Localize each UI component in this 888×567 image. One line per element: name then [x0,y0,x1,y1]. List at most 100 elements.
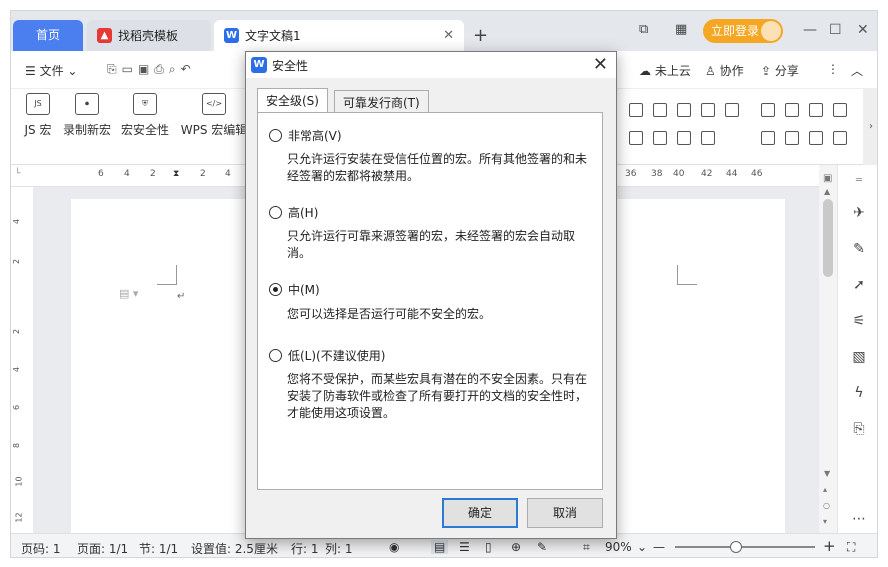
table-control-icon[interactable] [677,131,691,145]
code-editor-icon: </> [202,93,226,115]
option-medium[interactable]: 中(M) [269,281,320,298]
scrollbar-thumb[interactable] [823,199,833,277]
menu-file[interactable]: ☰ 文件 ⌄ [25,62,77,79]
status-column[interactable]: 列: 1 [325,540,353,557]
settings-sliders-icon[interactable]: ⚟ [850,313,868,331]
zoom-slider-handle[interactable] [730,541,742,553]
collab-button[interactable]: ♙ 协作 [705,62,744,79]
status-setting-value[interactable]: 设置值: 2.5厘米 [191,540,278,557]
more-menu-icon[interactable]: ⋮ [827,62,839,76]
status-section[interactable]: 节: 1/1 [139,540,178,557]
zoom-dropdown-icon[interactable]: ⌄ [637,540,647,554]
tab-templates[interactable]: ▲ 找稻壳模板 [87,20,211,51]
option-high-desc: 只允许运行可靠来源签署的宏，未经签署的宏会自动取消。 [287,229,576,260]
reading-view-icon[interactable]: ▯ [485,540,492,554]
radio-low[interactable] [269,349,282,362]
button-control-icon[interactable] [761,103,775,117]
prev-page-icon[interactable]: ▴ [823,485,827,494]
combobox-activex-icon[interactable] [809,103,823,117]
security-dialog: W 安全性 ✕ 安全级(S) 可靠发行商(T) 非常高(V) 只允许运行安装在受… [245,51,617,539]
wps-macro-editor-button[interactable]: </> WPS 宏编辑 [179,93,249,138]
ruler-tick: 40 [673,169,685,179]
tab-security-level[interactable]: 安全级(S) [257,88,328,113]
new-tab-button[interactable]: + [473,25,488,46]
ribbon-scroll-right-icon[interactable]: › [863,89,877,165]
image-control-icon[interactable] [677,103,691,117]
pen-icon[interactable]: ✎ [850,241,868,259]
tab-trusted-publishers[interactable]: 可靠发行商(T) [334,90,429,112]
status-row[interactable]: 行: 1 [291,540,319,557]
status-page-number[interactable]: 页码: 1 [21,540,61,557]
tab-document[interactable]: W 文字文稿1 ✕ [214,20,464,51]
eye-protection-icon[interactable]: ◉ [389,540,399,554]
image-edit-icon[interactable]: ▧ [850,349,868,367]
radio-high[interactable] [269,206,282,219]
textbox-activex-icon[interactable] [785,131,799,145]
js-macro-button[interactable]: JS JS 宏 [21,93,55,138]
close-tab-icon[interactable]: ✕ [443,28,454,43]
apps-grid-icon[interactable]: ▦ [675,22,687,37]
zoom-out-icon[interactable]: — [653,540,665,554]
next-page-icon[interactable]: ▾ [823,517,827,526]
listbox-activex-icon[interactable] [833,103,847,117]
scroll-top-icon[interactable]: ▣ [823,173,832,184]
date-control-icon[interactable] [701,103,715,117]
ruler-tick: 4 [12,366,22,373]
list-control-icon[interactable] [629,131,643,145]
checkbox-activex-icon[interactable] [785,103,799,117]
label-control-icon[interactable] [653,103,667,117]
indent-marker-icon[interactable]: ⧗ [173,169,179,179]
spin-activex-icon[interactable] [809,131,823,145]
collapse-ribbon-icon[interactable]: ︿ [851,62,863,79]
cursor-icon[interactable]: ➚ [850,277,868,295]
fit-page-icon[interactable]: ⌗ [583,540,590,555]
macro-security-button[interactable]: ⛨ 宏安全性 [119,93,171,138]
sidebar-collapse-icon[interactable]: ═ [850,175,868,193]
outline-view-icon[interactable]: ☰ [459,540,470,554]
vertical-ruler[interactable]: 4 2 2 4 6 8 10 12 [11,187,33,533]
zoom-slider[interactable] [675,546,815,548]
record-macro-button[interactable]: ⏺ 录制新宏 [61,93,113,138]
scroll-up-icon[interactable]: ▲ [824,187,830,196]
checkbox-control-icon[interactable] [725,103,739,117]
share-button[interactable]: ⇪ 分享 [761,62,799,79]
login-button[interactable]: 立即登录 [703,19,783,43]
write-view-icon[interactable]: ✎ [537,540,547,554]
radio-medium[interactable] [269,283,282,296]
minimize-icon[interactable]: — [803,22,817,38]
book-search-icon[interactable]: ⎘ [850,421,868,439]
cancel-button[interactable]: 取消 [527,498,603,528]
dialog-titlebar[interactable]: W 安全性 ✕ [246,52,616,78]
close-window-icon[interactable]: ✕ [857,22,869,38]
zoom-level[interactable]: 90% [605,540,632,554]
maximize-icon[interactable]: ☐ [829,22,842,38]
ok-button[interactable]: 确定 [442,498,518,528]
scroll-down-icon[interactable]: ▼ [824,469,830,478]
option-high[interactable]: 高(H) [269,204,318,221]
option-low[interactable]: 低(L)(不建议使用) [269,347,385,364]
vertical-scrollbar[interactable]: ▣ ▲ ▼ ▴ ○ ▾ [819,165,837,533]
scrollbar-activex-icon[interactable] [833,131,847,145]
status-pages[interactable]: 页面: 1/1 [77,540,128,557]
select-browse-icon[interactable]: ○ [823,501,830,510]
rocket-icon[interactable]: ✈ [850,205,868,223]
paste-options-icon[interactable]: ▤ ▾ [119,287,138,300]
fullscreen-icon[interactable]: ⛶ [847,540,855,555]
textbox-control-icon[interactable] [629,103,643,117]
ruler-tick: 8 [12,442,22,449]
page-view-icon[interactable]: ▤ [431,540,449,554]
combo-control-icon[interactable] [653,131,667,145]
web-view-icon[interactable]: ⊕ [511,540,521,554]
option-very-high[interactable]: 非常高(V) [269,127,342,144]
group-control-icon[interactable] [701,131,715,145]
window-layout-icon[interactable]: ⧉ [639,22,648,37]
lightning-icon[interactable]: ϟ [850,385,868,403]
label-activex-icon[interactable] [761,131,775,145]
tab-home[interactable]: 首页 [13,20,83,51]
radio-very-high[interactable] [269,129,282,142]
dialog-close-icon[interactable]: ✕ [593,54,608,75]
quick-access-icons[interactable]: ⎘▭▣⎙⌕↶ [107,62,196,77]
more-icon[interactable]: ⋯ [850,511,868,529]
zoom-in-icon[interactable]: + [823,537,836,555]
cloud-status[interactable]: ☁ 未上云 [639,62,691,79]
